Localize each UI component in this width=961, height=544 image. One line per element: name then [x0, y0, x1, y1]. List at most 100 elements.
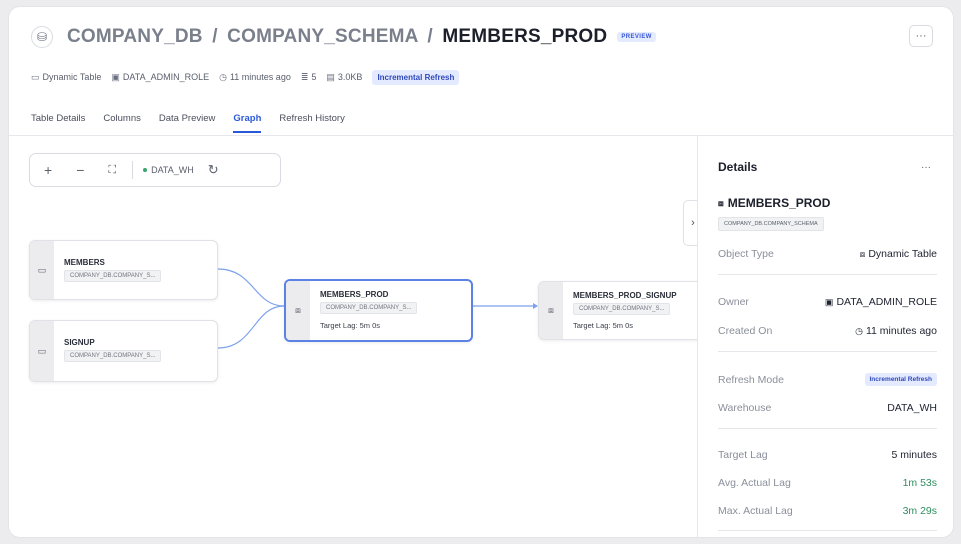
meta-created: ◷ 11 minutes ago: [219, 72, 291, 83]
dynamic-table-icon: ⧈: [718, 197, 724, 208]
node-title: MEMBERS_PROD_SIGNUP: [573, 291, 677, 300]
row-label: Avg. Actual Lag: [718, 477, 791, 489]
refresh-icon[interactable]: ↻: [208, 162, 219, 178]
row-label: Created On: [718, 325, 773, 337]
fit-view-button[interactable]: ⛶: [108, 164, 116, 177]
warehouse-label: DATA_WH: [151, 165, 194, 175]
meta-rows: ≣ 5: [301, 72, 317, 83]
node-schema: COMPANY_DB.COMPANY_S...: [320, 302, 418, 314]
owner-value: DATA_ADMIN_ROLE: [836, 296, 937, 308]
more-options-button[interactable]: ···: [909, 25, 933, 47]
object-type-value: Dynamic Table: [868, 248, 937, 260]
node-schema: COMPANY_DB.COMPANY_S...: [64, 270, 162, 282]
details-row-target-lag: Target Lag 5 minutes: [718, 449, 937, 461]
divider: [718, 530, 937, 531]
meta-type: ▭ Dynamic Table: [31, 72, 101, 83]
tab-bar: Table Details Columns Data Preview Graph…: [31, 113, 363, 133]
row-value: ⧈ Dynamic Table: [860, 248, 937, 260]
table-icon: ▭: [30, 321, 54, 381]
breadcrumb-separator: /: [212, 26, 218, 47]
meta-size: ▤ 3.0KB: [326, 72, 362, 83]
role-icon: ▣: [824, 297, 834, 307]
details-schema: COMPANY_DB.COMPANY_SCHEMA: [718, 217, 824, 231]
details-row-created: Created On ◷ 11 minutes ago: [718, 325, 937, 337]
storage-icon: ▤: [326, 71, 335, 82]
tab-graph[interactable]: Graph: [233, 113, 262, 133]
details-row-refresh-mode: Refresh Mode Incremental Refresh: [718, 373, 937, 386]
details-panel: Details ··· ⧈ MEMBERS_PROD COMPANY_DB.CO…: [697, 136, 953, 537]
node-target-lag: Target Lag: 5m 0s: [320, 321, 381, 330]
edge-signup-to-prod: [217, 305, 285, 349]
graph-toolbar: + − ⛶ DATA_WH ↻: [29, 153, 281, 187]
row-value: ▣ DATA_ADMIN_ROLE: [825, 296, 937, 308]
details-name-label: MEMBERS_PROD: [727, 196, 831, 210]
page-header: ⛁ COMPANY_DB / COMPANY_SCHEMA / MEMBERS_…: [31, 21, 939, 53]
breadcrumb: COMPANY_DB / COMPANY_SCHEMA / MEMBERS_PR…: [67, 26, 607, 48]
details-row-warehouse: Warehouse DATA_WH: [718, 402, 937, 414]
row-label: Warehouse: [718, 402, 772, 414]
edge-members-to-prod: [217, 268, 285, 307]
row-value: ◷ 11 minutes ago: [855, 325, 937, 337]
details-row-avg-lag: Avg. Actual Lag 1m 53s: [718, 477, 937, 489]
details-row-max-lag: Max. Actual Lag 3m 29s: [718, 505, 937, 517]
window: ⛁ COMPANY_DB / COMPANY_SCHEMA / MEMBERS_…: [8, 6, 954, 538]
details-row-owner: Owner ▣ DATA_ADMIN_ROLE: [718, 296, 937, 308]
graph-node-members-prod-signup[interactable]: ⧈ MEMBERS_PROD_SIGNUP COMPANY_DB.COMPANY…: [538, 281, 697, 340]
tab-columns[interactable]: Columns: [103, 113, 141, 133]
warehouse-value: DATA_WH: [887, 402, 937, 414]
details-object-name: ⧈ MEMBERS_PROD: [718, 196, 830, 210]
node-schema: COMPANY_DB.COMPANY_S...: [573, 303, 671, 315]
meta-created-label: 11 minutes ago: [229, 72, 291, 82]
dynamic-table-icon: ⧈: [286, 281, 310, 340]
clock-icon: ◷: [219, 71, 227, 82]
zoom-in-button[interactable]: +: [44, 162, 52, 178]
lineage-graph[interactable]: + − ⛶ DATA_WH ↻ ▭ MEMBERS COMPANY_DB.COM…: [9, 136, 697, 537]
breadcrumb-schema[interactable]: COMPANY_SCHEMA: [227, 26, 418, 47]
divider: [718, 274, 937, 275]
details-title: Details: [718, 160, 758, 174]
divider: [718, 351, 937, 352]
node-target-lag: Target Lag: 5m 0s: [573, 321, 634, 330]
created-value: 11 minutes ago: [865, 325, 937, 337]
table-icon: ▭: [31, 71, 40, 82]
details-more-button[interactable]: ···: [921, 162, 931, 173]
database-icon: ⛁: [31, 26, 53, 48]
page-title: MEMBERS_PROD: [442, 26, 608, 47]
target-lag-value: 5 minutes: [891, 449, 937, 461]
warehouse-selector[interactable]: DATA_WH: [143, 165, 194, 175]
row-label: Max. Actual Lag: [718, 505, 793, 517]
clock-icon: ◷: [855, 326, 863, 336]
dynamic-table-icon: ⧈: [859, 249, 866, 259]
dynamic-table-icon: ⧈: [539, 282, 563, 339]
graph-node-signup[interactable]: ▭ SIGNUP COMPANY_DB.COMPANY_S...: [29, 320, 218, 382]
meta-rows-label: 5: [311, 72, 317, 82]
node-schema: COMPANY_DB.COMPANY_S...: [64, 350, 162, 362]
row-label: Target Lag: [718, 449, 768, 461]
node-title: MEMBERS: [64, 258, 105, 267]
tab-data-preview[interactable]: Data Preview: [159, 113, 216, 133]
meta-row: ▭ Dynamic Table ▣ DATA_ADMIN_ROLE ◷ 11 m…: [31, 67, 460, 87]
details-row-object-type: Object Type ⧈ Dynamic Table: [718, 248, 937, 260]
rows-icon: ≣: [300, 71, 309, 82]
row-label: Owner: [718, 296, 749, 308]
status-dot-icon: [143, 168, 148, 172]
graph-node-members-prod[interactable]: ⧈ MEMBERS_PROD COMPANY_DB.COMPANY_S... T…: [284, 279, 473, 342]
refresh-mode-badge: Incremental Refresh: [864, 373, 937, 386]
tab-table-details[interactable]: Table Details: [31, 113, 85, 133]
graph-node-members[interactable]: ▭ MEMBERS COMPANY_DB.COMPANY_S...: [29, 240, 218, 300]
zoom-out-button[interactable]: −: [76, 162, 84, 178]
node-title: SIGNUP: [64, 338, 95, 347]
toolbar-divider: [132, 161, 134, 179]
breadcrumb-db[interactable]: COMPANY_DB: [67, 26, 203, 47]
preview-badge: PREVIEW: [617, 32, 656, 42]
refresh-mode-badge: Incremental Refresh: [372, 69, 460, 85]
row-label: Refresh Mode: [718, 373, 784, 386]
row-label: Object Type: [718, 248, 774, 260]
avg-lag-value: 1m 53s: [902, 477, 937, 489]
breadcrumb-separator: /: [427, 26, 433, 47]
meta-role: ▣ DATA_ADMIN_ROLE: [111, 72, 209, 83]
meta-type-label: Dynamic Table: [42, 72, 102, 82]
role-icon: ▣: [111, 71, 120, 82]
tab-refresh-history[interactable]: Refresh History: [279, 113, 344, 133]
meta-role-label: DATA_ADMIN_ROLE: [122, 72, 210, 82]
